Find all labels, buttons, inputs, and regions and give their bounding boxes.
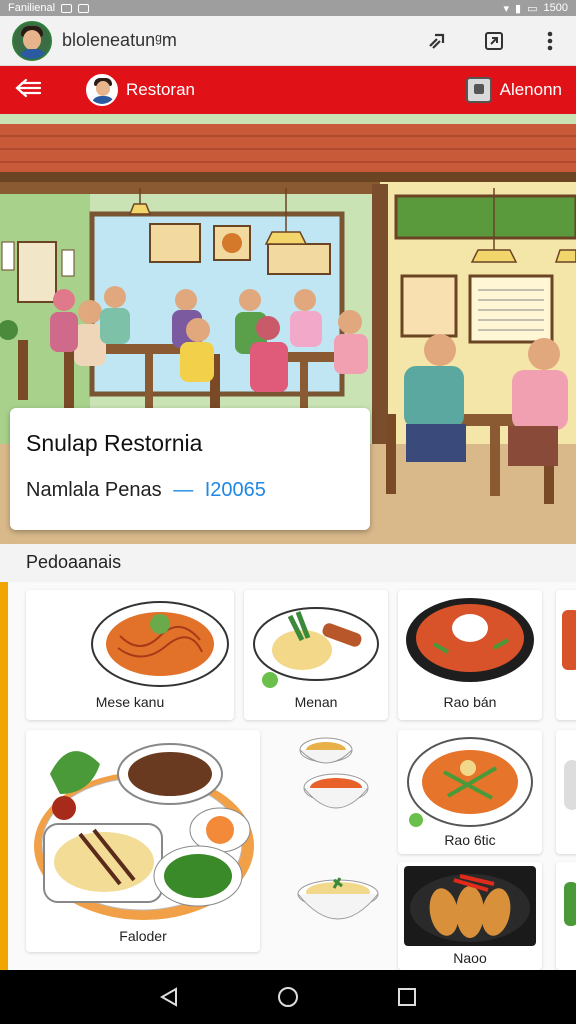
restaurant-subtitle-row: Namlala Penas — I20065 [26, 479, 354, 502]
menu-item-card-partial[interactable] [556, 730, 576, 854]
restaurant-phone[interactable]: I20065 [205, 479, 266, 501]
arrow-left-icon[interactable] [14, 75, 46, 106]
curry-bowl-image [406, 598, 534, 682]
menu-item-card[interactable]: Faloder [26, 730, 260, 952]
restaurant-header: Restoran Alenonn [0, 66, 576, 114]
noodle-plate-image [407, 737, 533, 827]
restaurant-avatar[interactable] [86, 74, 118, 106]
restaurant-info-card: Snulap Restornia Namlala Penas — I20065 [10, 408, 370, 530]
open-in-icon[interactable] [480, 27, 508, 55]
status-text: Fanilienal [8, 2, 56, 14]
menu-item-card[interactable]: Menan [244, 590, 388, 720]
notification-icon-2 [78, 3, 90, 13]
back-triangle-icon[interactable] [157, 985, 181, 1009]
restaurant-subtitle: Namlala Penas [26, 479, 162, 501]
section-title: Pedoaanais [0, 544, 576, 582]
pasta-plate-image [253, 607, 379, 688]
menu-item-label: Mese kanu [95, 694, 165, 710]
menu-item-label: Naoo [453, 950, 487, 966]
menu-item-card[interactable]: Naoo [398, 862, 542, 970]
avatar[interactable] [12, 20, 52, 61]
noodle-dish-image [91, 601, 229, 687]
printer-icon[interactable] [465, 77, 492, 103]
menu-grid: Mese kanu Menan Rao bán Faloder Rao 6tic… [0, 582, 576, 970]
recents-square-icon[interactable] [395, 985, 419, 1009]
share-icon[interactable] [424, 27, 452, 55]
accent-strip [0, 582, 8, 970]
notification-icon [61, 3, 73, 13]
app-title: bloleneatunᵍm [62, 30, 177, 50]
signal-icon: ▮ [515, 2, 522, 15]
battery-icon: ▭ [527, 2, 538, 15]
home-circle-icon[interactable] [276, 985, 300, 1009]
system-nav-bar [0, 970, 576, 1024]
menu-item-label: Rao 6tic [444, 832, 496, 848]
app-bar: bloleneatunᵍm [0, 16, 576, 66]
menu-item-card-partial[interactable] [556, 590, 576, 720]
restaurant-name: Snulap Restornia [26, 430, 203, 456]
menu-item-label: Faloder [119, 928, 167, 944]
status-time: 1500 [543, 2, 568, 14]
menu-item-card[interactable]: Mese kanu [26, 590, 234, 720]
menu-item-label: Rao bán [443, 694, 497, 710]
more-vert-icon[interactable] [536, 27, 564, 55]
soup-bowls-image [299, 737, 369, 809]
menu-item-card-partial[interactable] [556, 862, 576, 970]
header-right-label[interactable]: Alenonn [500, 80, 562, 100]
menu-item-card[interactable]: Rao bán [398, 590, 542, 720]
fried-dish-image [404, 866, 536, 946]
combo-platter-image [34, 743, 254, 920]
menu-item-label: Menan [294, 694, 338, 710]
status-bar: Fanilienal ▾ ▮ ▭ 1500 [0, 0, 576, 16]
wifi-icon: ▾ [503, 2, 510, 15]
menu-item-card[interactable]: Rao 6tic [398, 730, 542, 854]
separator-dash: — [173, 479, 194, 501]
header-left-label[interactable]: Restoran [126, 80, 195, 100]
rice-bowl-image [297, 877, 379, 920]
